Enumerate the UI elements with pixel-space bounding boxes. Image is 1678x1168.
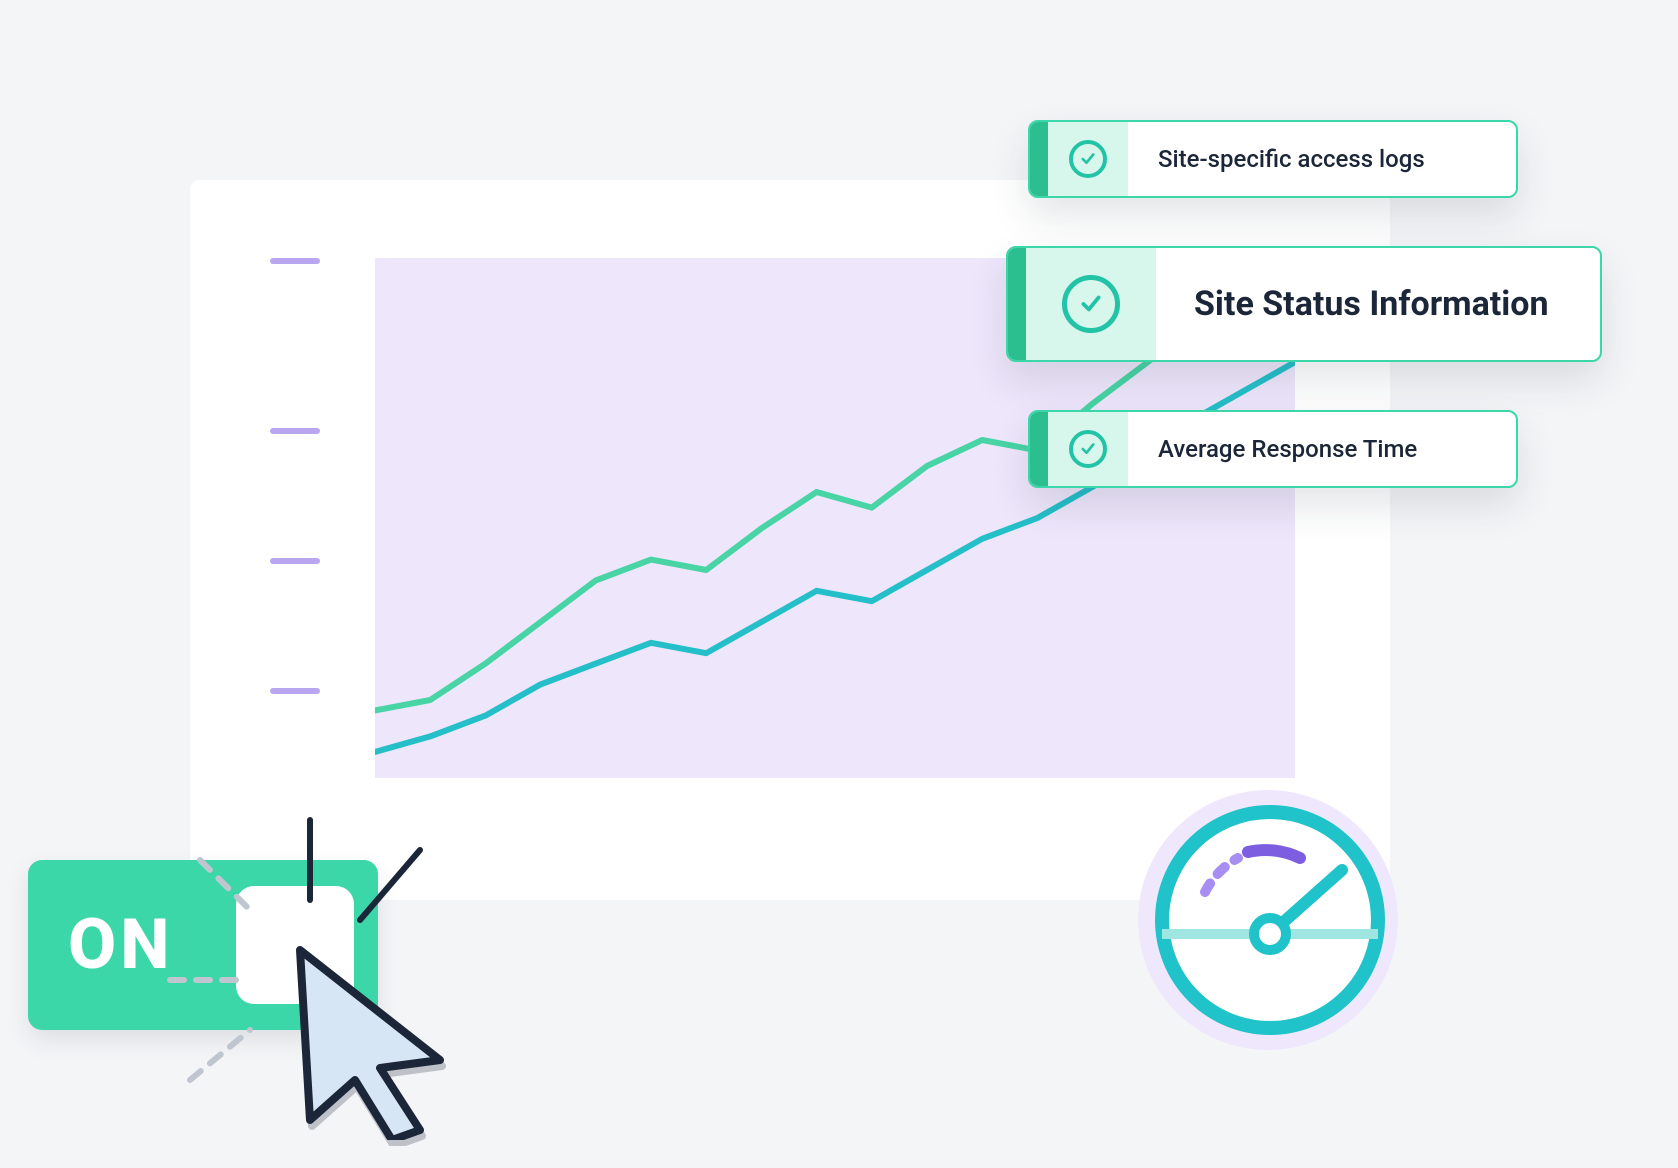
info-card-response-time[interactable]: Average Response Time bbox=[1028, 410, 1518, 488]
check-circle-icon bbox=[1069, 140, 1107, 178]
check-circle-icon bbox=[1062, 275, 1120, 333]
card-icon-zone bbox=[1026, 248, 1156, 360]
info-card-site-status[interactable]: Site Status Information bbox=[1006, 246, 1602, 362]
y-tick bbox=[270, 558, 320, 564]
card-accent-bar bbox=[1030, 122, 1048, 196]
card-accent-bar bbox=[1008, 248, 1026, 360]
y-tick bbox=[270, 428, 320, 434]
card-accent-bar bbox=[1030, 412, 1048, 486]
cursor-icon bbox=[280, 940, 470, 1140]
y-tick bbox=[270, 688, 320, 694]
check-circle-icon bbox=[1069, 430, 1107, 468]
y-tick bbox=[270, 258, 320, 264]
card-icon-zone bbox=[1048, 412, 1128, 486]
info-card-access-logs[interactable]: Site-specific access logs bbox=[1028, 120, 1518, 198]
card-label: Site-specific access logs bbox=[1128, 122, 1455, 196]
toggle-label: ON bbox=[68, 904, 174, 986]
gauge-icon bbox=[1150, 800, 1390, 1040]
card-label: Average Response Time bbox=[1128, 412, 1447, 486]
card-icon-zone bbox=[1048, 122, 1128, 196]
card-label: Site Status Information bbox=[1156, 248, 1587, 360]
